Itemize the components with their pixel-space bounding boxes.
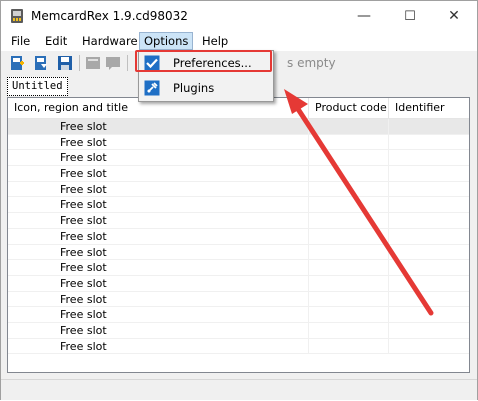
app-window: MemcardRex 1.9.cd98032 — ☐ ✕ File Edit H… [0,0,478,400]
annotation-arrow [284,89,434,316]
